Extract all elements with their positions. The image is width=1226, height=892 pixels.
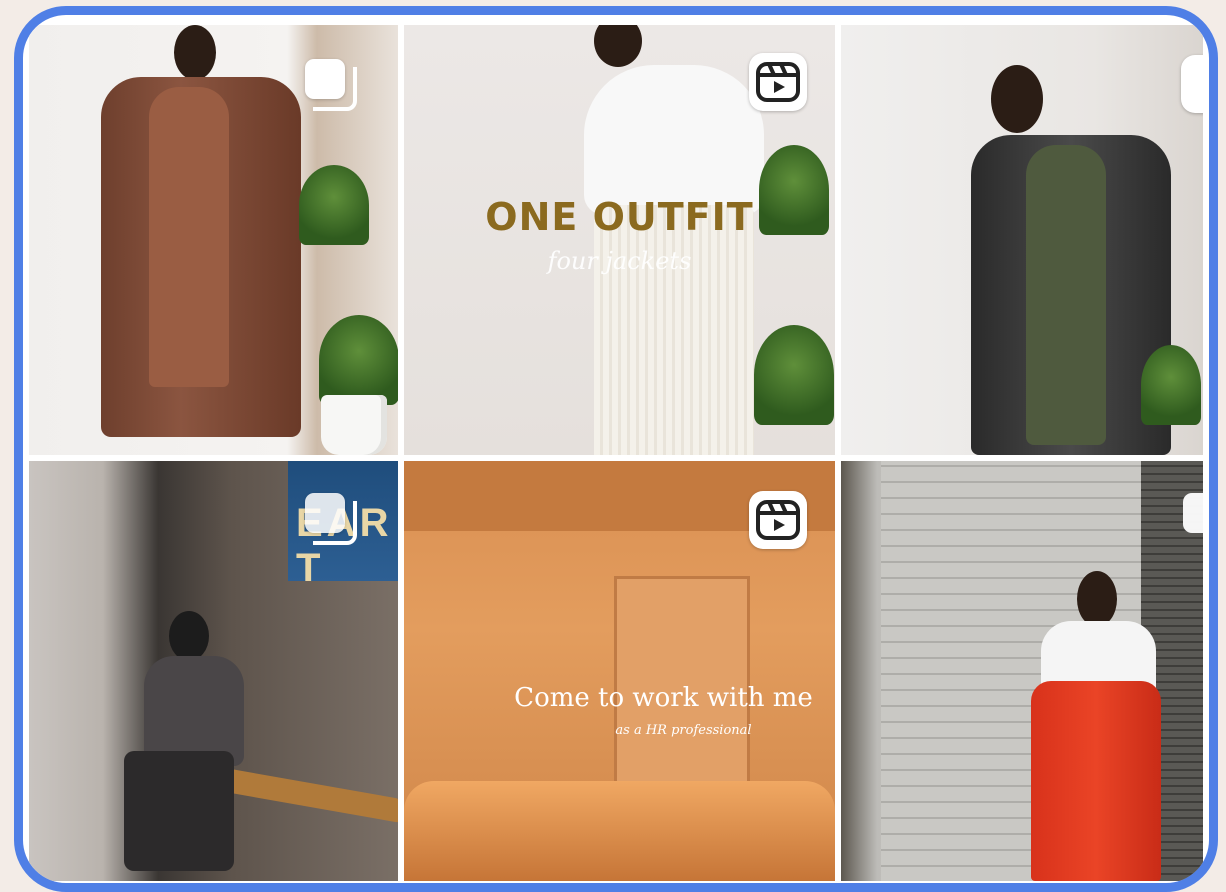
person-head: [594, 25, 642, 67]
post-tile-5[interactable]: Come to work with me as a HR professiona…: [404, 461, 835, 881]
post-tile-6[interactable]: [841, 461, 1203, 881]
carousel-icon: [1183, 493, 1203, 533]
post-subtitle: four jackets: [547, 247, 692, 275]
grey-top: [144, 656, 244, 766]
reel-icon: [1181, 55, 1203, 113]
person-head: [991, 65, 1043, 133]
post-title: Come to work with me: [514, 683, 813, 713]
reel-icon: [749, 491, 807, 549]
plant: [1141, 345, 1201, 425]
post-title: ONE OUTFIT: [485, 195, 754, 239]
reel-icon: [749, 53, 807, 111]
white-skirt: [594, 205, 754, 455]
post-tile-3[interactable]: [841, 25, 1203, 455]
carousel-icon: [305, 493, 357, 545]
post-tile-1[interactable]: [29, 25, 398, 455]
ribbed-dress: [149, 87, 229, 387]
post-tile-4[interactable]: EAR T: [29, 461, 398, 881]
red-dress: [1031, 681, 1161, 881]
leggings: [124, 751, 234, 871]
carousel-icon: [305, 59, 357, 111]
plant: [319, 315, 398, 405]
plant: [299, 165, 369, 245]
bed: [404, 781, 835, 881]
post-tile-2[interactable]: ONE OUTFIT four jackets: [404, 25, 835, 455]
person-head: [1077, 571, 1117, 627]
plant: [754, 325, 834, 425]
white-top: [584, 65, 764, 215]
plant-pot: [321, 395, 387, 455]
olive-dress: [1026, 145, 1106, 445]
highlight-frame: ONE OUTFIT four jackets E: [14, 6, 1218, 892]
post-subtitle: as a HR professional: [615, 723, 752, 738]
person-head: [174, 25, 216, 80]
post-grid: ONE OUTFIT four jackets E: [29, 25, 1203, 881]
person-head: [169, 611, 209, 661]
